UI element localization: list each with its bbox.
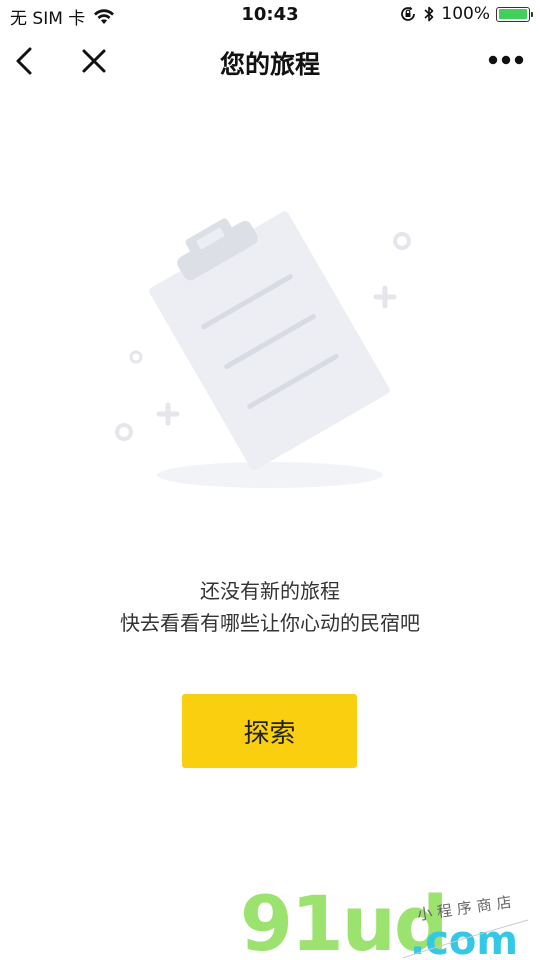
orientation-lock-icon <box>401 6 416 21</box>
decor-plus-right <box>373 285 397 309</box>
decor-circle-top-right <box>393 232 411 250</box>
page-title: 您的旅程 <box>219 50 320 79</box>
watermark-logo: 91ud .com 小程序商店 <box>240 880 529 960</box>
explore-button[interactable]: 探索 <box>182 694 357 768</box>
nav-bar: 您的旅程 <box>0 30 540 92</box>
illustration-shadow <box>157 462 383 488</box>
status-bar: 无 SIM 卡 10:43 100% <box>0 0 540 30</box>
empty-state-message: 还没有新的旅程 快去看看有哪些让你心动的民宿吧 <box>0 575 540 639</box>
clipboard-icon <box>149 211 390 471</box>
battery-icon <box>496 6 533 22</box>
status-right: 100% <box>393 4 533 24</box>
bluetooth-icon <box>424 6 434 22</box>
more-dots-icon[interactable] <box>486 45 526 75</box>
empty-state-line2: 快去看看有哪些让你心动的民宿吧 <box>120 611 420 635</box>
decor-circle-left-bottom <box>115 423 133 441</box>
decor-plus-left <box>156 402 180 426</box>
empty-clipboard-illustration <box>115 211 411 488</box>
empty-state-line1: 还没有新的旅程 <box>200 579 340 603</box>
decor-circle-left-small <box>129 350 143 364</box>
battery-fill <box>498 9 527 19</box>
battery-percent: 100% <box>441 4 490 24</box>
